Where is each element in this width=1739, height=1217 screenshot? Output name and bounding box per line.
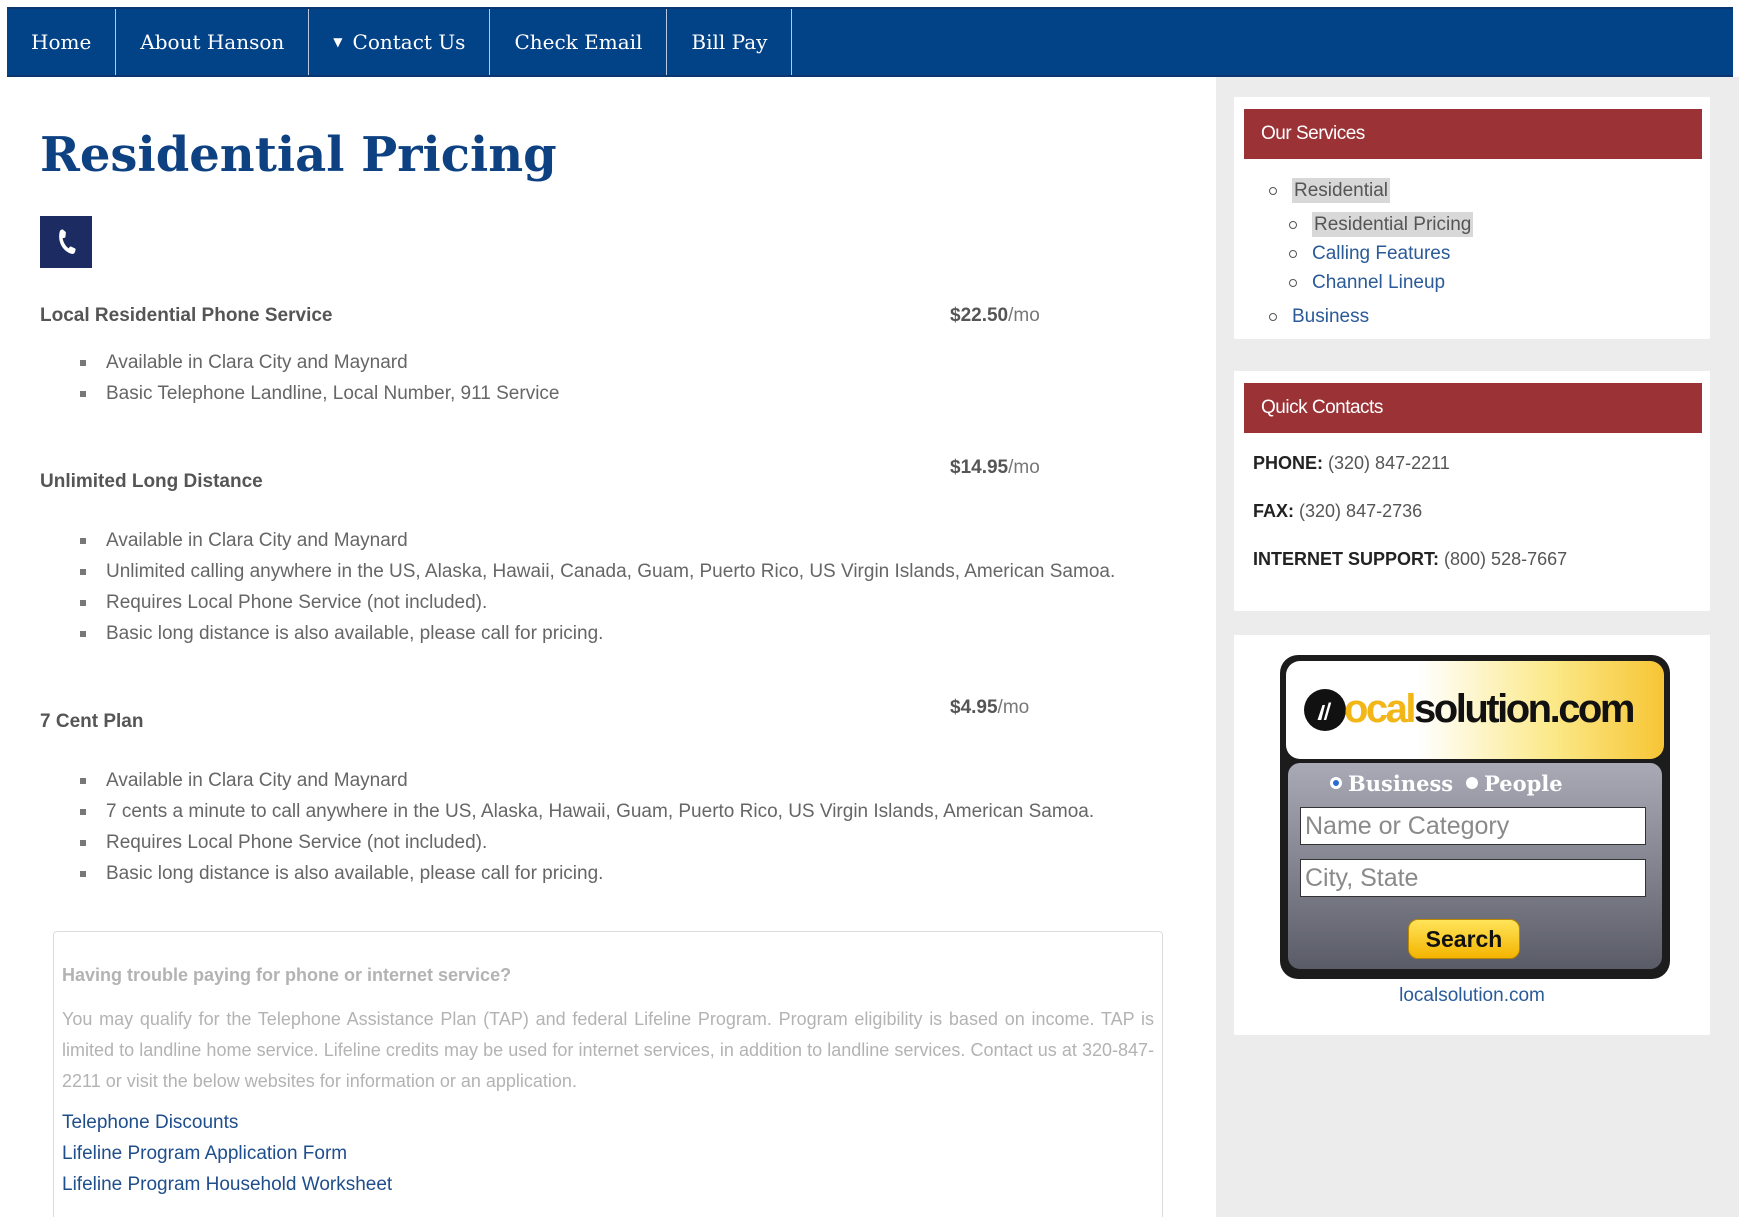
sidebar-item-business[interactable]: Business <box>1269 306 1370 328</box>
localsolution-logo-text: ocalsolution.com <box>1344 687 1635 732</box>
bullet-circle-icon <box>1289 279 1297 287</box>
price-amount: $22.50 <box>950 305 1009 326</box>
phone-label: PHONE: <box>1253 453 1324 473</box>
nav-check-email-label: Check Email <box>514 30 643 54</box>
fax-value: (320) 847-2736 <box>1299 501 1423 521</box>
bullet-circle-icon <box>1289 250 1297 258</box>
service-bullets: Available in Clara City and Maynard 7 ce… <box>80 765 1094 889</box>
sidebar-item-label: Residential <box>1292 178 1390 203</box>
price-unit: /mo <box>1008 457 1040 478</box>
sidebar-item-residential[interactable]: Residential <box>1269 178 1390 203</box>
link-lifeline-application[interactable]: Lifeline Program Application Form <box>62 1143 347 1165</box>
fax-label: FAX: <box>1253 501 1295 521</box>
service-name: Unlimited Long Distance <box>40 471 263 492</box>
search-button[interactable]: Search <box>1408 919 1520 959</box>
sidebar-item-label: Channel Lineup <box>1312 272 1446 293</box>
sidebar-item-label: Calling Features <box>1312 243 1451 264</box>
nav-check-email[interactable]: Check Email <box>490 9 668 75</box>
support-value: (800) 528-7667 <box>1444 549 1568 569</box>
service-bullets: Available in Clara City and Maynard Unli… <box>80 525 1115 649</box>
service-price: $22.50/mo <box>950 305 1040 327</box>
radio-people[interactable]: People <box>1466 771 1563 796</box>
nav-home-label: Home <box>31 30 92 54</box>
top-nav: Home About Hanson ▼ Contact Us Check Emai… <box>7 7 1733 77</box>
main-content: Residential Pricing Local Residential Ph… <box>40 77 1170 1217</box>
radio-people-label: People <box>1484 771 1563 796</box>
price-amount: $4.95 <box>950 697 998 718</box>
contact-phone: PHONE: (320) 847-2211 <box>1253 453 1450 474</box>
link-lifeline-worksheet[interactable]: Lifeline Program Household Worksheet <box>62 1174 392 1196</box>
caret-down-icon: ▼ <box>333 35 343 49</box>
price-amount: $14.95 <box>950 457 1009 478</box>
localsolution-search-box: ocalsolution.com Business People Search <box>1280 655 1670 979</box>
phone-value: (320) 847-2211 <box>1328 453 1450 473</box>
list-item: Basic long distance is also available, p… <box>80 858 1094 889</box>
page-title: Residential Pricing <box>40 127 557 183</box>
list-item: Unlimited calling anywhere in the US, Al… <box>80 556 1115 587</box>
city-state-input[interactable] <box>1300 859 1646 897</box>
our-services-heading: Our Services <box>1244 109 1702 159</box>
radio-business[interactable]: Business <box>1330 771 1453 796</box>
contact-fax: FAX: (320) 847-2736 <box>1253 501 1422 522</box>
localsolution-logo: ocalsolution.com <box>1286 661 1664 759</box>
phone-handset-icon <box>59 229 76 254</box>
nav-about-label: About Hanson <box>140 30 285 54</box>
list-item: 7 cents a minute to call anywhere in the… <box>80 796 1094 827</box>
nav-home[interactable]: Home <box>7 9 117 75</box>
assistance-question: Having trouble paying for phone or inter… <box>62 965 512 985</box>
price-unit: /mo <box>997 697 1030 718</box>
name-category-input[interactable] <box>1300 807 1646 845</box>
contact-internet-support: INTERNET SUPPORT: (800) 528-7667 <box>1253 549 1567 570</box>
service-bullets: Available in Clara City and Maynard Basi… <box>80 347 559 409</box>
list-item: Basic Telephone Landline, Local Number, … <box>80 378 559 409</box>
walking-fingers-shape <box>1317 702 1332 720</box>
service-name: 7 Cent Plan <box>40 711 144 732</box>
localsolution-link[interactable]: localsolution.com <box>1234 985 1710 1007</box>
link-telephone-discounts[interactable]: Telephone Discounts <box>62 1112 238 1134</box>
localsolution-widget: ocalsolution.com Business People Search … <box>1234 635 1710 1035</box>
localsolution-form: Business People Search <box>1288 763 1662 969</box>
sidebar-item-label: Residential Pricing <box>1312 212 1474 237</box>
bullet-circle-icon <box>1269 187 1277 195</box>
radio-business-label: Business <box>1348 771 1454 796</box>
logo-yellow-part: ocal <box>1344 687 1417 731</box>
list-item: Available in Clara City and Maynard <box>80 347 559 378</box>
logo-black-part: solution.com <box>1414 687 1635 731</box>
our-services-widget: Our Services Residential Residential Pri… <box>1234 97 1710 339</box>
service-price: $4.95/mo <box>950 697 1029 719</box>
price-unit: /mo <box>1008 305 1040 326</box>
list-item: Requires Local Phone Service (not includ… <box>80 587 1115 618</box>
sidebar-item-residential-pricing[interactable]: Residential Pricing <box>1289 212 1474 237</box>
list-item: Available in Clara City and Maynard <box>80 525 1115 556</box>
walking-fingers-icon <box>1304 689 1346 731</box>
nav-contact[interactable]: ▼ Contact Us <box>309 9 491 75</box>
list-item: Basic long distance is also available, p… <box>80 618 1115 649</box>
bullet-circle-icon <box>1269 313 1277 321</box>
nav-about[interactable]: About Hanson <box>116 9 310 75</box>
nav-bill-pay-label: Bill Pay <box>691 30 768 54</box>
assistance-paragraph: You may qualify for the Telephone Assist… <box>62 1009 1154 1091</box>
sidebar-item-label: Business <box>1292 306 1370 327</box>
sidebar-item-calling-features[interactable]: Calling Features <box>1289 243 1451 265</box>
nav-bill-pay[interactable]: Bill Pay <box>667 9 793 75</box>
quick-contacts-widget: Quick Contacts PHONE: (320) 847-2211 FAX… <box>1234 371 1710 611</box>
sidebar: Our Services Residential Residential Pri… <box>1216 77 1739 1217</box>
service-price: $14.95/mo <box>950 457 1040 479</box>
service-name: Local Residential Phone Service <box>40 305 333 326</box>
list-item: Requires Local Phone Service (not includ… <box>80 827 1094 858</box>
phone-icon <box>40 216 92 268</box>
nav-contact-label: Contact Us <box>352 30 466 54</box>
sidebar-item-channel-lineup[interactable]: Channel Lineup <box>1289 272 1446 294</box>
bullet-circle-icon <box>1289 221 1297 229</box>
list-item: Available in Clara City and Maynard <box>80 765 1094 796</box>
quick-contacts-heading: Quick Contacts <box>1244 383 1702 433</box>
support-label: INTERNET SUPPORT: <box>1253 549 1440 569</box>
radio-selected-icon <box>1330 777 1342 789</box>
assistance-box: Having trouble paying for phone or inter… <box>53 931 1163 1217</box>
radio-unselected-icon <box>1466 777 1478 789</box>
